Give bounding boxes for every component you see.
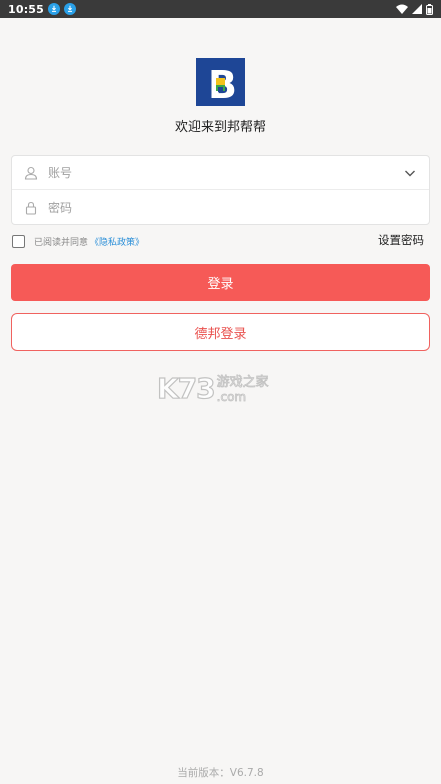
- version-text: 当前版本：V6.7.8: [177, 767, 264, 779]
- password-row: [12, 191, 429, 225]
- agree-checkbox[interactable]: [12, 234, 25, 248]
- watermark-main: K73: [156, 372, 216, 405]
- login-form: [11, 155, 430, 225]
- user-icon: [24, 166, 38, 180]
- login-button[interactable]: 登录: [11, 264, 430, 301]
- status-right: [396, 3, 433, 15]
- notification-icon: [64, 3, 77, 15]
- watermark-side: 游戏之家 .com: [216, 375, 269, 405]
- signal-icon: [412, 4, 422, 14]
- status-time: 10:55: [8, 2, 45, 16]
- password-input[interactable]: [48, 201, 429, 215]
- privacy-policy-link[interactable]: 《隐私政策》: [90, 235, 144, 248]
- welcome-text: 欢迎来到邦帮帮: [174, 120, 266, 135]
- agreement-text: 已阅读并同意: [34, 237, 89, 248]
- agreement-row: 已阅读并同意 《隐私政策》 设置密码: [12, 232, 430, 248]
- status-left: 10:55: [8, 2, 77, 16]
- debang-login-button[interactable]: 德邦登录: [11, 313, 430, 351]
- wifi-icon: [396, 4, 408, 14]
- battery-icon: [426, 3, 433, 15]
- watermark-com: .com: [216, 390, 247, 405]
- watermark-cn: 游戏之家: [216, 375, 269, 391]
- status-bar: 10:55: [0, 0, 441, 18]
- chevron-down-icon[interactable]: [403, 166, 417, 180]
- lock-icon: [24, 201, 38, 215]
- notification-icon: [48, 3, 61, 15]
- account-input[interactable]: [48, 165, 403, 180]
- app-logo: B: [196, 58, 245, 106]
- watermark-logo: K73 游戏之家 .com: [156, 372, 285, 407]
- set-password-link[interactable]: 设置密码: [378, 232, 424, 248]
- account-row: [12, 156, 429, 190]
